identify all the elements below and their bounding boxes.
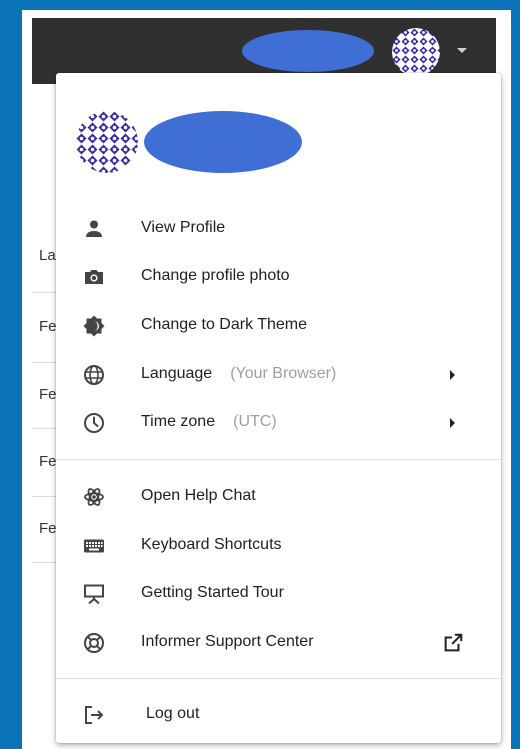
change-profile-photo-item[interactable]: Change profile photo xyxy=(56,253,501,301)
globe-icon xyxy=(84,365,104,385)
language-label: Language (Your Browser) xyxy=(141,365,336,383)
chevron-down-icon[interactable] xyxy=(457,48,467,53)
time-zone-label: Time zone (UTC) xyxy=(141,413,277,431)
background-text: Fe xyxy=(39,453,57,470)
presentation-icon xyxy=(84,584,104,605)
view-profile-item[interactable]: View Profile xyxy=(56,205,501,253)
avatar-pattern-icon xyxy=(392,28,440,76)
user-avatar[interactable] xyxy=(392,28,440,76)
avatar-pattern-icon xyxy=(76,111,138,173)
keyboard-shortcuts-label: Keyboard Shortcuts xyxy=(141,536,282,553)
menu-header xyxy=(56,73,501,193)
app-window: La Fe Fe Fe Fe View Profile Change profi… xyxy=(22,10,511,749)
background-text: Fe xyxy=(39,318,57,335)
background-text: Fe xyxy=(39,386,57,403)
dark-theme-label: Change to Dark Theme xyxy=(141,316,308,333)
support-center-item[interactable]: Informer Support Center xyxy=(56,619,501,667)
change-profile-photo-label: Change profile photo xyxy=(141,267,290,284)
open-help-chat-label: Open Help Chat xyxy=(141,487,256,504)
view-profile-label: View Profile xyxy=(141,219,226,236)
person-icon xyxy=(86,220,102,237)
keyboard-shortcuts-item[interactable]: Keyboard Shortcuts xyxy=(56,522,501,570)
menu-divider xyxy=(56,678,501,679)
clock-icon xyxy=(84,413,104,433)
getting-started-tour-item[interactable]: Getting Started Tour xyxy=(56,570,501,618)
background-text: La xyxy=(39,247,56,264)
menu-divider xyxy=(56,459,501,460)
language-value: (Your Browser) xyxy=(230,365,337,382)
redacted-user-name xyxy=(144,111,302,173)
dark-theme-item[interactable]: Change to Dark Theme xyxy=(56,302,501,350)
getting-started-tour-label: Getting Started Tour xyxy=(141,584,284,601)
brightness-icon xyxy=(83,315,105,337)
log-out-item[interactable]: Log out xyxy=(56,691,501,739)
lifebuoy-icon xyxy=(84,633,104,653)
background-text: Fe xyxy=(39,520,57,537)
time-zone-value: (UTC) xyxy=(233,413,277,430)
user-menu: View Profile Change profile photo Change… xyxy=(56,73,501,743)
camera-icon xyxy=(85,270,103,284)
external-link-icon xyxy=(444,633,463,652)
language-text: Language xyxy=(141,365,213,382)
time-zone-text: Time zone xyxy=(141,413,216,430)
atom-icon xyxy=(84,488,104,506)
log-out-label: Log out xyxy=(146,705,200,722)
keyboard-icon xyxy=(84,539,104,553)
user-avatar-large xyxy=(76,111,138,173)
chevron-right-icon xyxy=(450,370,455,380)
chevron-right-icon xyxy=(450,418,455,428)
language-item[interactable]: Language (Your Browser) xyxy=(56,351,501,399)
support-center-label: Informer Support Center xyxy=(141,633,314,650)
redacted-user-name[interactable] xyxy=(242,30,374,72)
time-zone-item[interactable]: Time zone (UTC) xyxy=(56,399,501,447)
logout-icon xyxy=(85,706,104,724)
open-help-chat-item[interactable]: Open Help Chat xyxy=(56,473,501,521)
